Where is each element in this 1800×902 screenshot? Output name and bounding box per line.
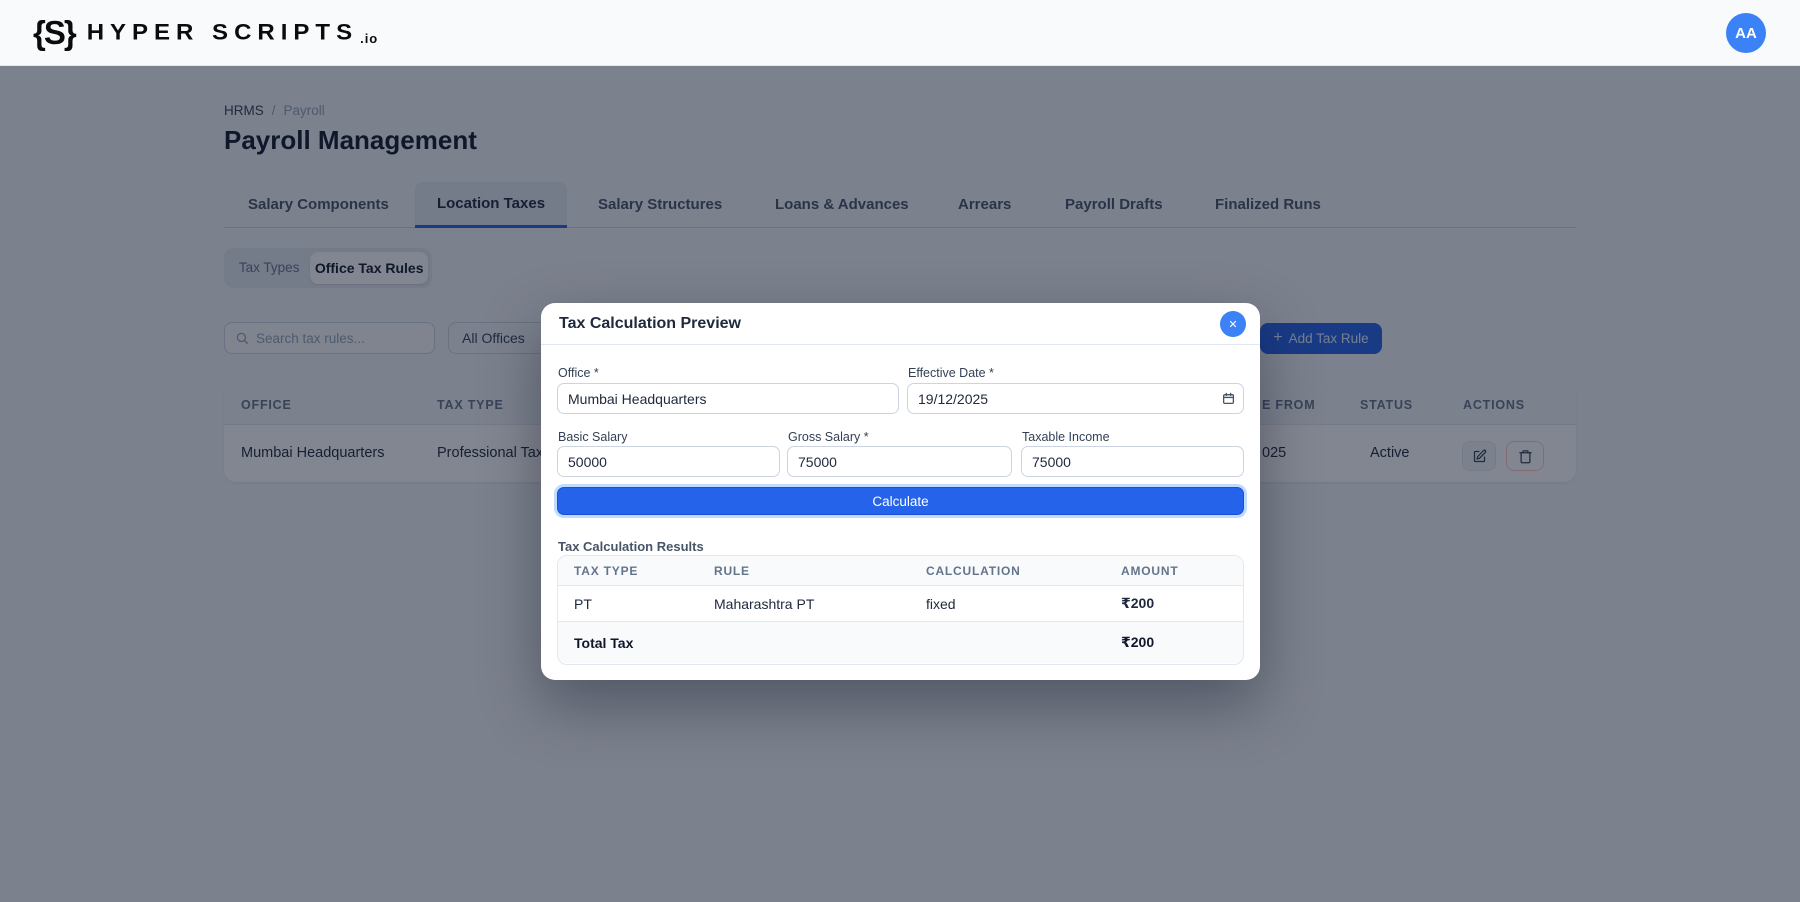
- res-cell-tax-type: PT: [574, 596, 714, 612]
- res-cell-amount: ₹200: [1121, 595, 1243, 612]
- tax-calculation-preview-modal: Tax Calculation Preview ✕ Office * Effec…: [541, 303, 1260, 680]
- results-table: TAX TYPE RULE CALCULATION AMOUNT PT Maha…: [557, 555, 1244, 665]
- basic-salary-label: Basic Salary: [558, 430, 627, 444]
- office-label: Office *: [558, 366, 599, 380]
- res-col-rule: RULE: [714, 564, 926, 578]
- top-header: {S} HYPER SCRIPTS .io AA: [0, 0, 1800, 66]
- total-label: Total Tax: [574, 635, 714, 651]
- brand-logo: {S} HYPER SCRIPTS .io: [33, 14, 378, 52]
- results-heading: Tax Calculation Results: [558, 539, 704, 554]
- res-col-amount: AMOUNT: [1121, 564, 1243, 578]
- total-amount: ₹200: [1121, 634, 1243, 651]
- modal-title: Tax Calculation Preview: [559, 303, 741, 345]
- modal-header: Tax Calculation Preview ✕: [541, 303, 1260, 345]
- effective-date-wrap: [907, 383, 1244, 414]
- taxable-income-field[interactable]: [1021, 446, 1244, 477]
- close-icon: ✕: [1228, 318, 1237, 331]
- avatar[interactable]: AA: [1726, 13, 1766, 53]
- basic-salary-field[interactable]: [557, 446, 780, 477]
- results-total-row: Total Tax ₹200: [558, 622, 1243, 663]
- gross-salary-label: Gross Salary *: [788, 430, 869, 444]
- effective-date-label: Effective Date *: [908, 366, 994, 380]
- res-cell-calculation: fixed: [926, 596, 1121, 612]
- taxable-income-label: Taxable Income: [1022, 430, 1110, 444]
- results-header-row: TAX TYPE RULE CALCULATION AMOUNT: [558, 556, 1243, 586]
- gross-salary-field[interactable]: [787, 446, 1012, 477]
- office-field[interactable]: [557, 383, 899, 414]
- close-button[interactable]: ✕: [1220, 311, 1246, 337]
- logo-name: HYPER SCRIPTS: [87, 20, 358, 46]
- logo-monogram-icon: {S}: [33, 14, 75, 52]
- res-col-tax-type: TAX TYPE: [574, 564, 714, 578]
- res-col-calculation: CALCULATION: [926, 564, 1121, 578]
- effective-date-field[interactable]: [907, 383, 1244, 414]
- res-cell-rule: Maharashtra PT: [714, 596, 926, 612]
- logo-tld: .io: [360, 31, 378, 46]
- calculate-button[interactable]: Calculate: [557, 487, 1244, 515]
- results-row: PT Maharashtra PT fixed ₹200: [558, 586, 1243, 622]
- payroll-app: {S} HYPER SCRIPTS .io AA HRMS/Payroll Pa…: [0, 0, 1800, 902]
